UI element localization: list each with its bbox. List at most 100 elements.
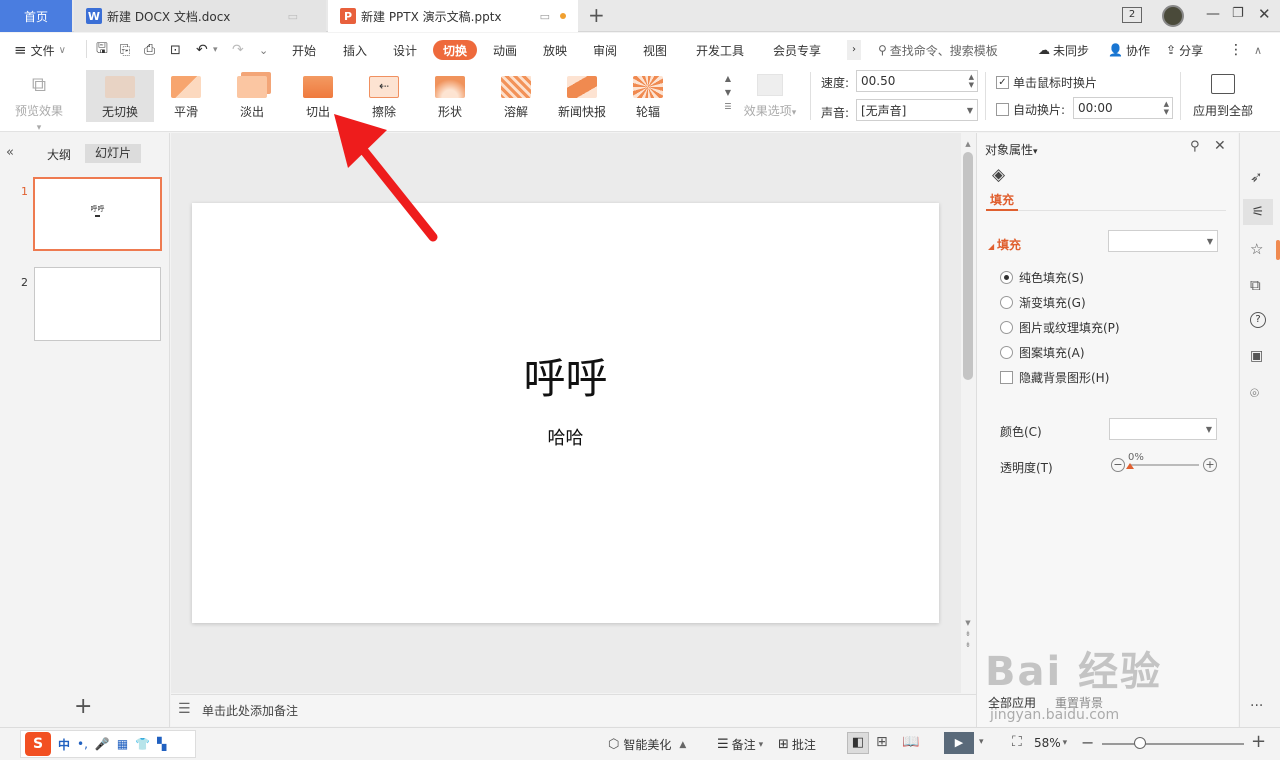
zoom-out-icon[interactable]: −	[1081, 733, 1094, 752]
keyboard-icon[interactable]: ▦	[117, 737, 128, 751]
properties-header[interactable]: 对象属性▾	[985, 141, 1038, 158]
sorter-view-icon[interactable]: ⊞	[876, 734, 888, 750]
notes-button[interactable]: ☰ 备注 ▾	[717, 736, 763, 753]
menu-design[interactable]: 设计	[393, 40, 417, 60]
sync-button[interactable]: ☁ 未同步	[1038, 40, 1089, 60]
avatar[interactable]	[1162, 5, 1184, 27]
transition-newsflash[interactable]: 新闻快报	[549, 70, 615, 122]
smart-beautify-button[interactable]: ⬡ 智能美化 ▲	[608, 736, 686, 753]
fit-window-icon[interactable]: ⛶	[1012, 734, 1022, 750]
print-preview-icon[interactable]: ⊡	[170, 40, 181, 60]
chinese-mode-icon[interactable]: 中	[58, 736, 70, 753]
menu-scroll-right-icon[interactable]: ›	[847, 40, 861, 60]
gallery-scroll[interactable]: ▲ ▼ ☰	[722, 72, 734, 118]
tab-docx[interactable]: W 新建 DOCX 文档.docx ▭	[74, 0, 326, 32]
sound-select[interactable]: [无声音] ▼	[856, 99, 978, 121]
fill-bucket-icon[interactable]: ◈	[992, 165, 1005, 185]
transition-wheel[interactable]: 轮辐	[615, 70, 681, 122]
effect-options-button[interactable]: 效果选项▾	[740, 72, 800, 120]
new-tab-icon[interactable]: +	[588, 4, 605, 26]
comment-button[interactable]: ⊞ 批注	[778, 736, 816, 753]
minimize-icon[interactable]: —	[1206, 6, 1220, 22]
more-options-icon[interactable]: ⋮	[1229, 40, 1243, 60]
scroll-down-icons[interactable]: ▼ ⇟ ⇟	[962, 618, 974, 651]
help-icon[interactable]: ?	[1250, 312, 1266, 328]
auto-time-input[interactable]: 00:00 ▲ ▼	[1073, 97, 1173, 119]
transition-smooth[interactable]: 平滑	[153, 70, 219, 122]
apps-icon[interactable]: ▚	[157, 737, 166, 751]
zoom-slider[interactable]	[1102, 743, 1244, 745]
collapse-ribbon-icon[interactable]: ∧	[1254, 40, 1262, 60]
undo-icon[interactable]: ↶	[196, 40, 208, 60]
tab-outline[interactable]: 大纲	[47, 146, 71, 163]
search-command[interactable]: ⚲ 查找命令、搜索模板	[878, 40, 998, 60]
chevron-down-icon[interactable]: ▾	[979, 737, 984, 747]
fill-option-picture[interactable]: 图片或纹理填充(P)	[1000, 318, 1120, 336]
spinner-icon[interactable]: ▲ ▼	[1164, 100, 1169, 116]
rocket-icon[interactable]: ➶	[1250, 168, 1263, 186]
add-slide-icon[interactable]: +	[74, 694, 92, 719]
slide-subtitle[interactable]: 哈哈	[192, 424, 939, 450]
transition-dissolve[interactable]: 溶解	[483, 70, 549, 122]
notes-placeholder[interactable]: 单击此处添加备注	[202, 702, 298, 719]
fill-option-pattern[interactable]: 图案填充(A)	[1000, 343, 1085, 361]
play-slideshow-icon[interactable]: ▶	[944, 732, 974, 754]
menu-developer[interactable]: 开发工具	[696, 40, 744, 60]
fill-option-solid[interactable]: 纯色填充(S)	[1000, 268, 1084, 286]
print-icon[interactable]: ⎙	[144, 40, 155, 60]
file-menu[interactable]: ≡ 文件 ∨	[14, 40, 66, 60]
slide[interactable]	[192, 203, 939, 623]
fill-section-header[interactable]: ◢ 填充	[988, 236, 1021, 253]
window-count-icon[interactable]: 2	[1122, 7, 1142, 23]
punctuation-icon[interactable]: •,	[77, 737, 88, 751]
photo-icon[interactable]: ▣	[1250, 348, 1263, 364]
reading-view-icon[interactable]: 📖	[902, 734, 919, 750]
ime-toolbar[interactable]: S 中 •, 🎤 ▦ 👕 ▚	[20, 730, 196, 758]
slide-thumbnail-2[interactable]	[34, 267, 161, 341]
fill-type-select[interactable]: ▼	[1108, 230, 1218, 252]
properties-icon[interactable]: ⚟	[1243, 199, 1273, 225]
preview-effect-button[interactable]: ⧉ 预览效果▾	[14, 72, 64, 133]
zoom-in-icon[interactable]: +	[1251, 731, 1266, 752]
menu-transition[interactable]: 切换	[433, 40, 477, 60]
close-panel-icon[interactable]: ✕	[1214, 138, 1226, 154]
save-icon[interactable]: 🖫	[96, 40, 108, 60]
restore-icon[interactable]: ❐	[1232, 6, 1244, 21]
mic-icon[interactable]: 🎤	[95, 737, 110, 751]
spinner-icon[interactable]: ▲ ▼	[969, 73, 974, 89]
chevron-down-icon[interactable]: ▾	[213, 40, 218, 60]
slider-handle[interactable]	[1126, 463, 1134, 469]
skin-icon[interactable]: 👕	[135, 737, 150, 751]
slides-icon[interactable]: ⧉	[1250, 276, 1261, 294]
decrease-icon[interactable]: −	[1111, 458, 1125, 472]
normal-view-icon[interactable]: ◧	[847, 732, 869, 754]
screen-icon[interactable]: ▭	[288, 10, 298, 23]
screen-icon[interactable]: ▭	[540, 10, 550, 23]
menu-member[interactable]: 会员专享	[773, 40, 821, 60]
color-select[interactable]: ▼	[1109, 418, 1217, 440]
zoom-level[interactable]: 58% ▾	[1034, 736, 1067, 750]
collapse-panel-icon[interactable]: «	[6, 145, 14, 160]
auto-advance-checkbox[interactable]: 自动换片:	[996, 101, 1065, 118]
close-window-icon[interactable]: ✕	[1258, 5, 1271, 23]
zoom-slider-handle[interactable]	[1134, 737, 1146, 749]
apply-all-button[interactable]: 应用到全部	[1188, 72, 1258, 120]
vertical-scrollbar[interactable]: ▲ ▼ ⇟ ⇟	[962, 140, 974, 680]
scrollbar-thumb[interactable]	[963, 152, 973, 380]
more-chevron-icon[interactable]: ⌄	[259, 40, 268, 60]
speed-input[interactable]: 00.50 ▲ ▼	[856, 70, 978, 92]
menu-animation[interactable]: 动画	[493, 40, 517, 60]
collab-button[interactable]: 👤 协作	[1108, 40, 1150, 60]
scroll-up-icon[interactable]: ▲	[962, 140, 974, 148]
fill-option-gradient[interactable]: 渐变填充(G)	[1000, 293, 1086, 311]
pin-icon[interactable]: ⚲	[1190, 139, 1200, 154]
menu-slideshow[interactable]: 放映	[543, 40, 567, 60]
menu-insert[interactable]: 插入	[343, 40, 367, 60]
increase-icon[interactable]: +	[1203, 458, 1217, 472]
more-icon[interactable]: ···	[1250, 698, 1263, 714]
hide-background-checkbox[interactable]: 隐藏背景图形(H)	[1000, 368, 1109, 386]
transparency-slider[interactable]	[1129, 464, 1199, 466]
slide-title[interactable]: 呼呼	[192, 354, 939, 404]
menu-view[interactable]: 视图	[643, 40, 667, 60]
transition-none[interactable]: 无切换	[87, 70, 153, 122]
